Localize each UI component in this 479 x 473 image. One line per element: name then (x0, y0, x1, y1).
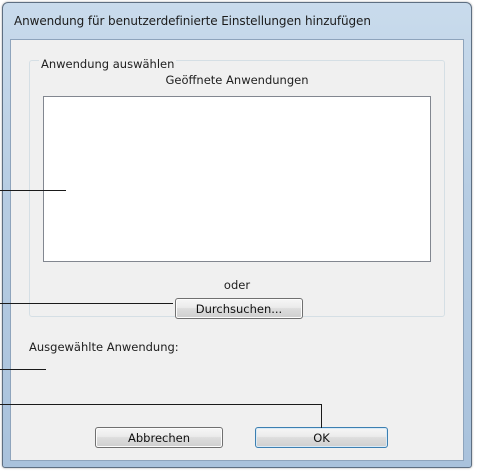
group-caption: Anwendung auswählen (39, 57, 177, 71)
callout-line-list (0, 190, 66, 191)
open-applications-header: Geöffnete Anwendungen (165, 73, 309, 87)
dialog-client-area: Anwendung auswählen Geöffnete Anwendunge… (10, 39, 464, 461)
ok-button[interactable]: OK (255, 427, 388, 448)
callout-line-ok-vertical (321, 404, 322, 428)
window-title: Anwendung für benutzerdefinierte Einstel… (14, 14, 371, 28)
select-application-group: Anwendung auswählen Geöffnete Anwendunge… (29, 57, 445, 319)
callout-line-selected (0, 369, 46, 370)
open-applications-list[interactable] (43, 96, 431, 262)
screenshot-stage: Anwendung für benutzerdefinierte Einstel… (0, 0, 479, 473)
or-label: oder (223, 278, 251, 292)
callout-line-ok-horizontal (0, 404, 322, 405)
callout-line-browse (0, 303, 173, 304)
title-bar[interactable]: Anwendung für benutzerdefinierte Einstel… (3, 3, 471, 39)
browse-button[interactable]: Durchsuchen... (175, 298, 303, 319)
cancel-button[interactable]: Abbrechen (95, 427, 223, 448)
selected-application-label: Ausgewählte Anwendung: (29, 340, 179, 354)
dialog-window: Anwendung für benutzerdefinierte Einstel… (2, 2, 472, 468)
